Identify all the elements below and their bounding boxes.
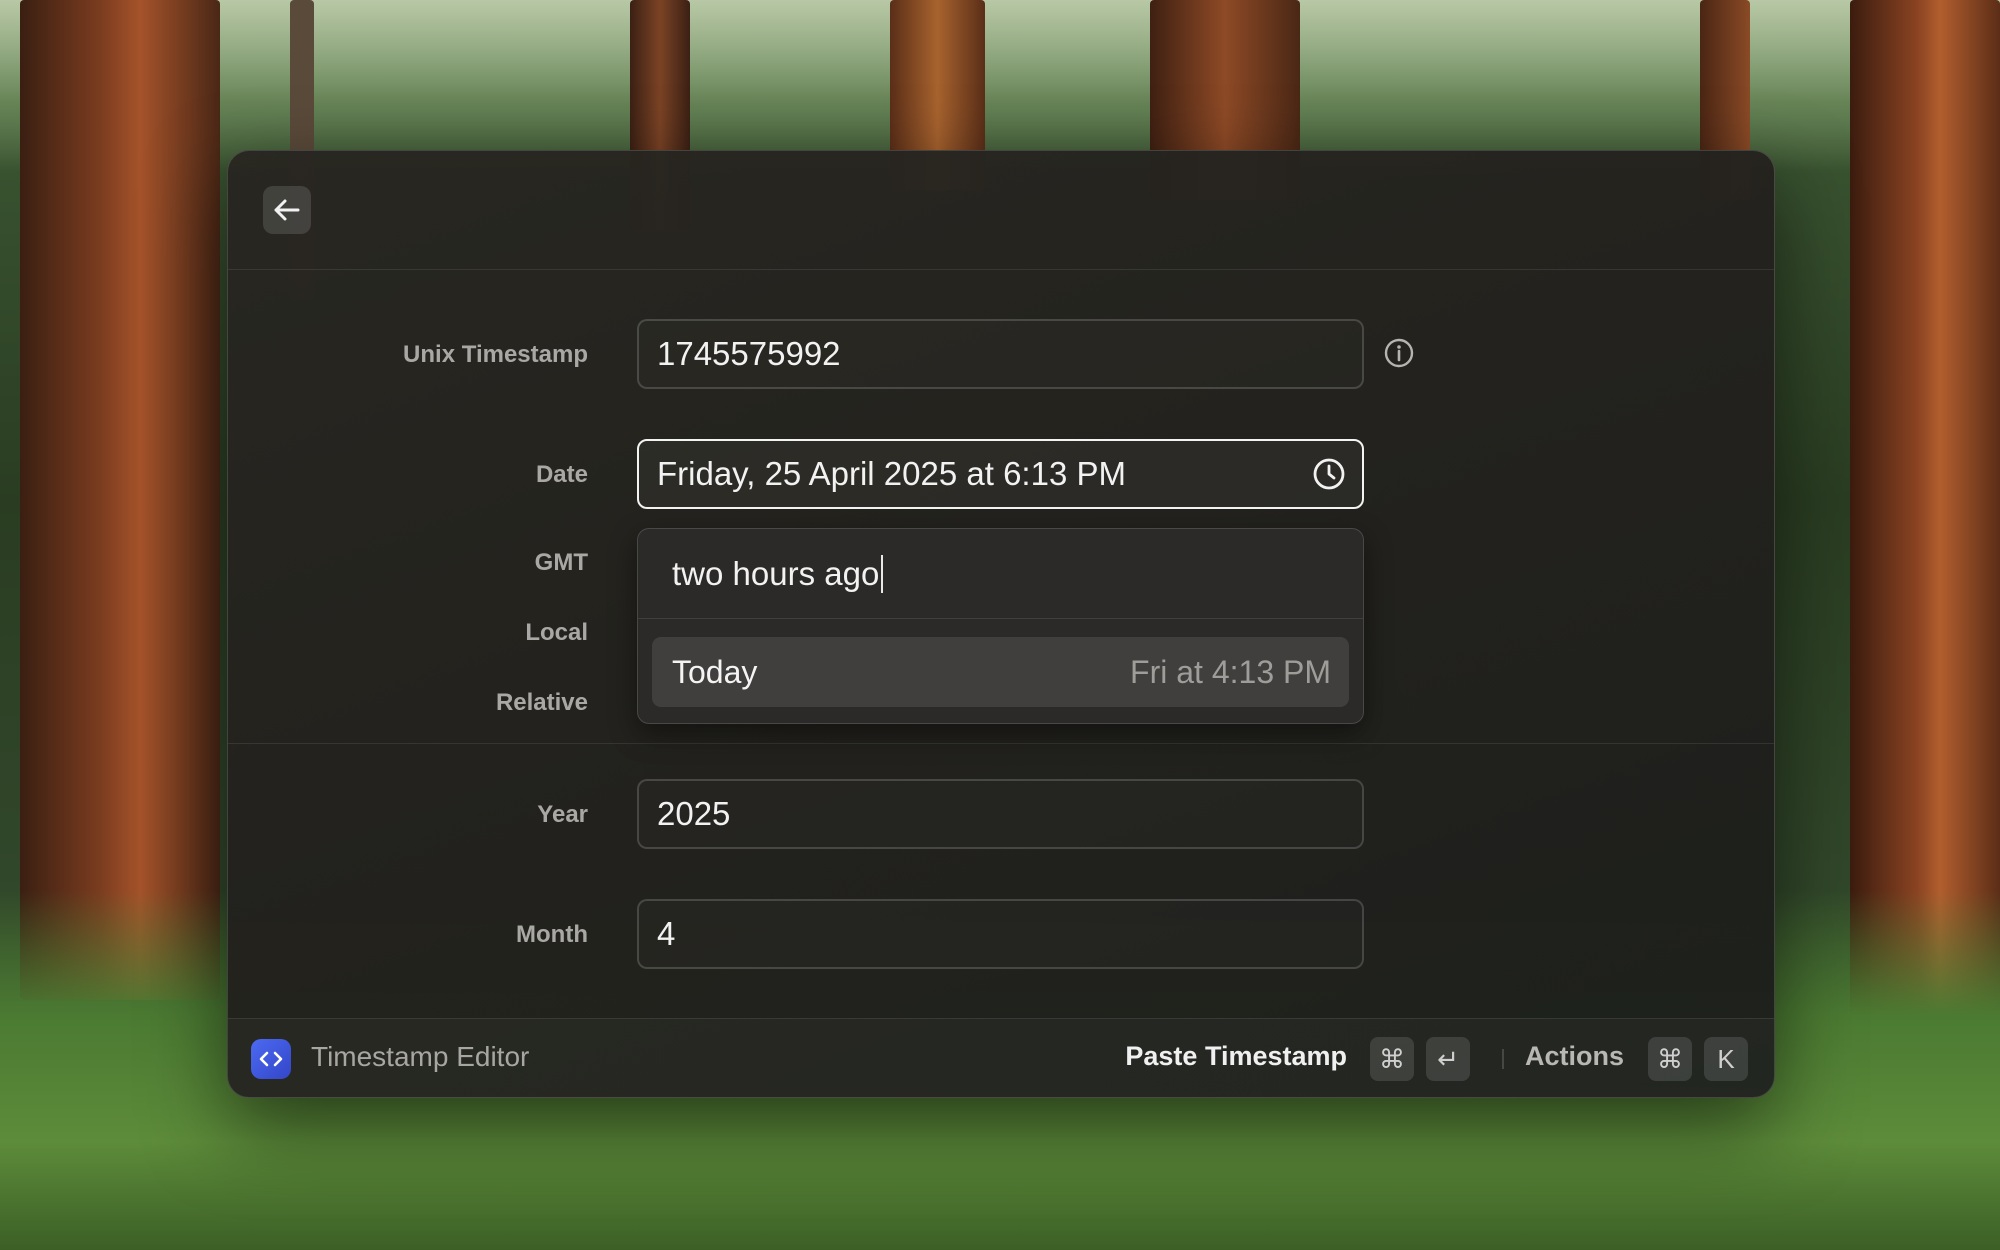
date-field[interactable]: Friday, 25 April 2025 at 6:13 PM: [637, 439, 1364, 509]
arrow-left-icon: [274, 199, 300, 221]
date-label: Date: [535, 461, 588, 488]
suggestion-item[interactable]: Today Fri at 4:13 PM: [652, 637, 1349, 707]
actions-button[interactable]: Actions: [1525, 1041, 1624, 1072]
month-value: 4: [657, 915, 676, 952]
year-value: 2025: [657, 795, 731, 832]
wallpaper-trunk: [20, 0, 220, 1000]
command-key-icon: ⌘: [1648, 1037, 1692, 1081]
suggestion-value: Fri at 4:13 PM: [1130, 653, 1331, 690]
natural-language-date-input[interactable]: two hours ago: [638, 529, 1363, 619]
relative-label: Relative: [495, 689, 588, 716]
action-bar: Timestamp Editor Paste Timestamp ⌘ ↵ Act…: [228, 1018, 1774, 1097]
section-divider: [228, 743, 1774, 744]
timestamp-editor-window: Unix Timestamp 1745575992 Date Friday, 2…: [227, 150, 1775, 1098]
back-button[interactable]: [263, 186, 311, 234]
gmt-label: GMT: [534, 549, 588, 576]
suggestion-label: Today: [672, 653, 758, 690]
k-key-icon: K: [1704, 1037, 1748, 1081]
window-header: [228, 151, 1774, 270]
command-key-icon: ⌘: [1370, 1037, 1414, 1081]
clock-icon[interactable]: [1312, 457, 1346, 491]
unix-timestamp-label: Unix Timestamp: [403, 341, 588, 368]
natural-language-query: two hours ago: [672, 554, 880, 592]
unix-timestamp-value: 1745575992: [657, 335, 841, 372]
year-field[interactable]: 2025: [637, 779, 1364, 849]
extension-name: Timestamp Editor: [311, 1041, 530, 1072]
unix-timestamp-field[interactable]: 1745575992: [637, 319, 1364, 389]
month-field[interactable]: 4: [637, 899, 1364, 969]
date-value: Friday, 25 April 2025 at 6:13 PM: [657, 455, 1126, 492]
paste-timestamp-button[interactable]: Paste Timestamp: [1125, 1041, 1347, 1072]
date-suggestion-dropdown: two hours ago Today Fri at 4:13 PM: [637, 528, 1364, 724]
local-label: Local: [525, 619, 588, 646]
return-key-icon: ↵: [1426, 1037, 1470, 1081]
code-brackets-icon: [251, 1039, 291, 1079]
code-brackets-glyph: [259, 1051, 283, 1067]
info-icon[interactable]: [1384, 338, 1414, 368]
year-label: Year: [537, 801, 588, 828]
month-label: Month: [516, 921, 588, 948]
text-caret: [881, 554, 884, 593]
footer-separator: [1502, 1049, 1504, 1069]
